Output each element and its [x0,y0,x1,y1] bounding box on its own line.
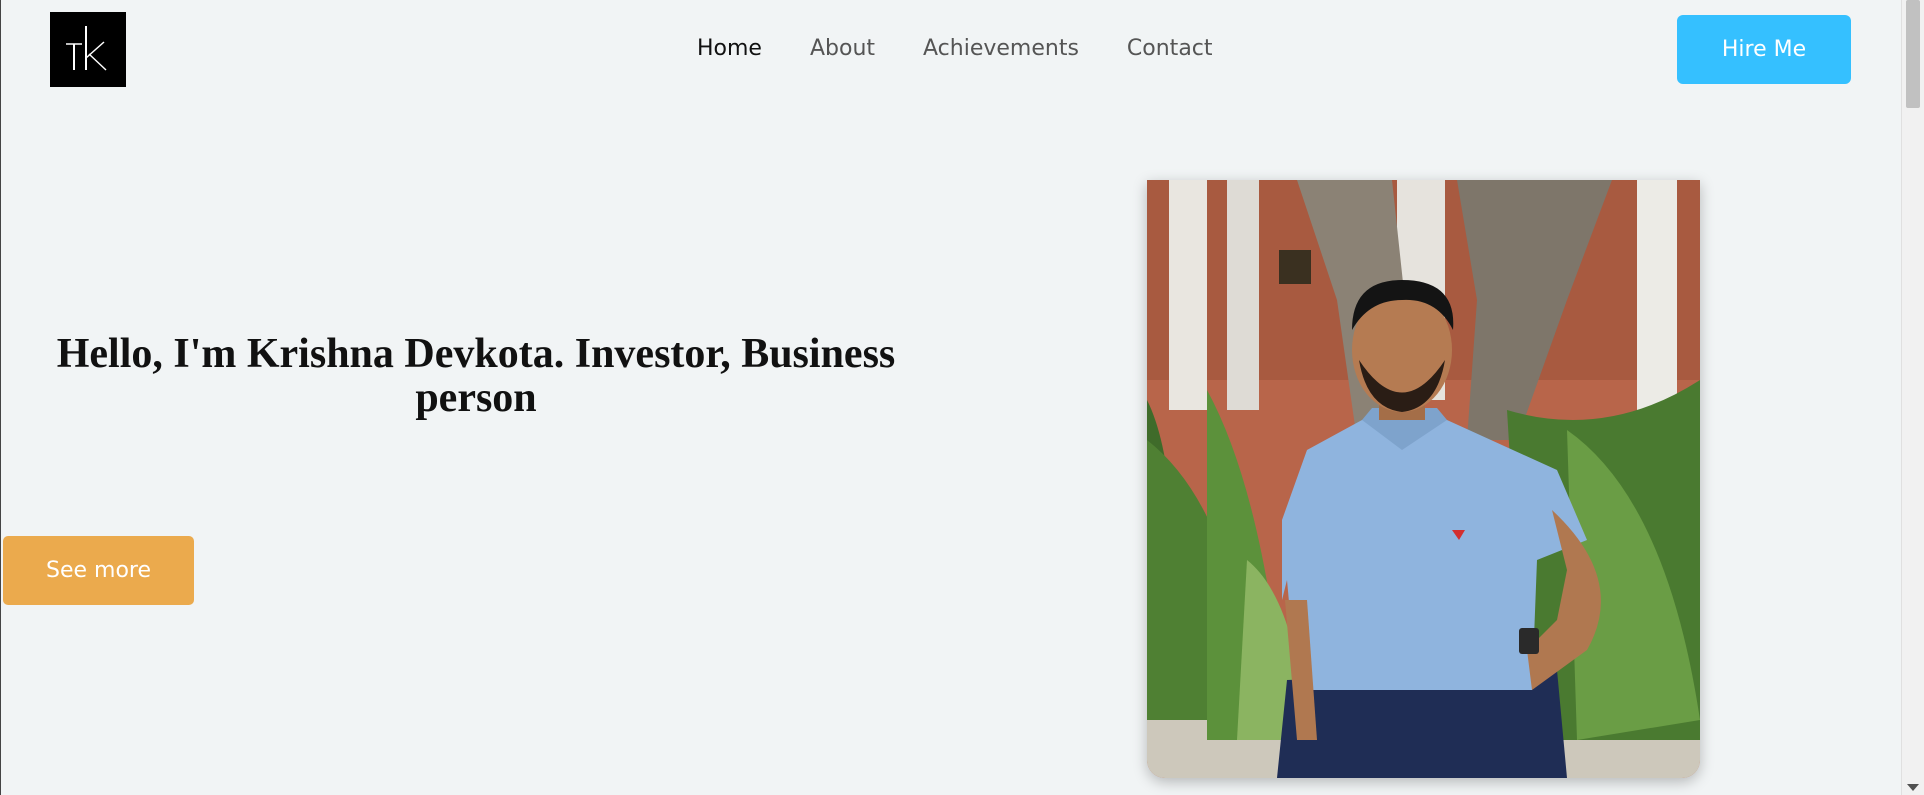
page: Home About Achievements Contact Hire Me … [0,0,1924,795]
nav-about[interactable]: About [810,28,875,70]
profile-photo [1147,180,1700,778]
profile-photo-illustration [1147,180,1700,778]
nav-achievements[interactable]: Achievements [923,28,1079,70]
chevron-down-icon[interactable] [1907,784,1919,791]
nav-home[interactable]: Home [697,28,762,70]
tk-monogram-icon [66,25,107,71]
hero-headline: Hello, I'm Krishna Devkota. Investor, Bu… [56,331,896,421]
hire-me-button[interactable]: Hire Me [1677,15,1851,84]
main-nav: Home About Achievements Contact [697,28,1213,70]
see-more-button[interactable]: See more [3,536,194,605]
site-logo[interactable] [50,12,126,87]
page-scrollbar[interactable] [1901,0,1924,795]
nav-contact[interactable]: Contact [1127,28,1213,70]
scrollbar-thumb[interactable] [1906,0,1920,108]
